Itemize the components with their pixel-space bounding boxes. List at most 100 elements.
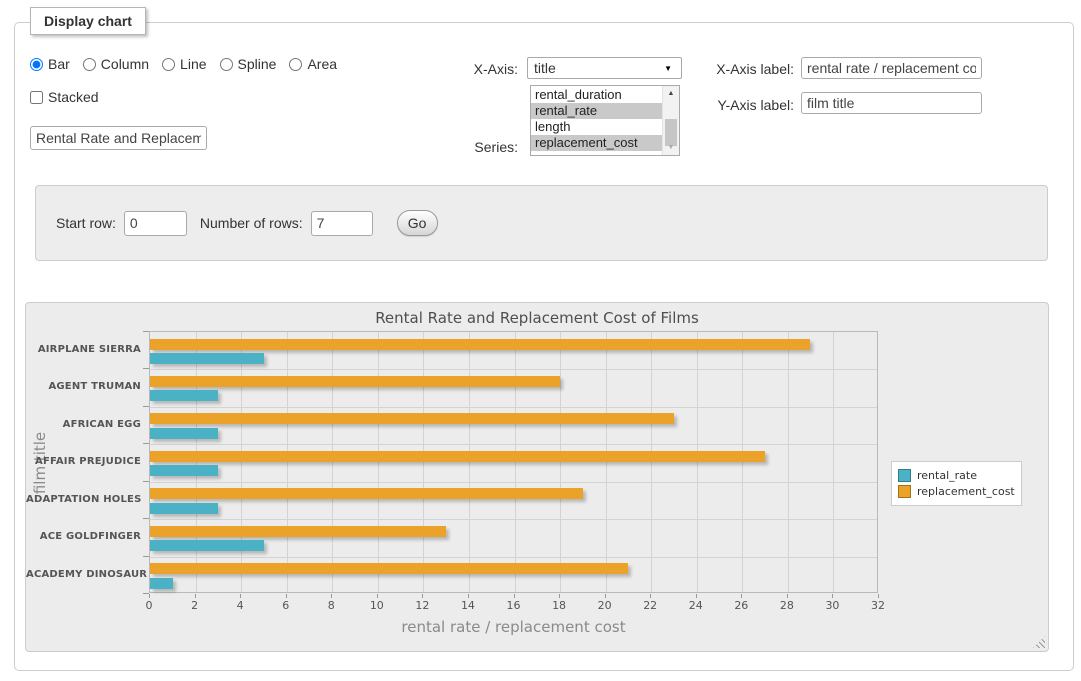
- plot-area: [149, 331, 878, 593]
- resize-handle-icon[interactable]: [1033, 636, 1045, 648]
- x-tick-label: 22: [630, 599, 670, 612]
- start-row-input[interactable]: [124, 211, 187, 236]
- bar-rental_rate: [150, 503, 218, 514]
- x-axis-label-caption: X-Axis label:: [698, 61, 794, 77]
- chart-legend: rental_rate replacement_cost: [891, 461, 1022, 506]
- series-option-rental_rate[interactable]: rental_rate: [531, 103, 662, 119]
- chart-title-input[interactable]: [30, 126, 207, 150]
- stacked-checkbox[interactable]: [30, 91, 43, 104]
- x-axis-select[interactable]: title ▼: [527, 57, 682, 79]
- gridline-vertical: [287, 332, 288, 592]
- x-tick-mark: [286, 594, 287, 598]
- series-option-length[interactable]: length: [531, 119, 662, 135]
- series-options: rental_durationrental_ratelengthreplacem…: [531, 87, 662, 151]
- gridline-vertical: [515, 332, 516, 592]
- x-tick-label: 32: [858, 599, 898, 612]
- chart-type-radio-bar[interactable]: [30, 58, 43, 71]
- bar-rental_rate: [150, 353, 264, 364]
- x-tick-label: 4: [220, 599, 260, 612]
- x-tick-label: 28: [767, 599, 807, 612]
- chart-type-option-label: Area: [307, 56, 337, 72]
- gridline-vertical: [788, 332, 789, 592]
- chart-type-option-label: Spline: [238, 56, 277, 72]
- chart-type-option-label: Line: [180, 56, 206, 72]
- x-tick-label: 20: [585, 599, 625, 612]
- category-label: AGENT TRUMAN: [26, 368, 141, 405]
- gridline-vertical: [833, 332, 834, 592]
- chart-type-option-label: Bar: [48, 56, 70, 72]
- chart-type-option-area[interactable]: Area: [289, 56, 337, 72]
- chart-type-radio-line[interactable]: [162, 58, 175, 71]
- number-of-rows-label: Number of rows:: [200, 215, 303, 231]
- chart-container: Rental Rate and Replacement Cost of Film…: [25, 302, 1049, 652]
- bar-replacement_cost: [150, 413, 674, 424]
- series-select-label: Series:: [420, 139, 518, 155]
- y-tick-mark: [143, 556, 149, 557]
- x-tick-label: 12: [402, 599, 442, 612]
- category-label: ACADEMY DINOSAUR: [26, 556, 141, 593]
- chart-type-option-spline[interactable]: Spline: [220, 56, 277, 72]
- x-tick-label: 30: [812, 599, 852, 612]
- legend-entry-replacement_cost: replacement_cost: [898, 485, 1015, 498]
- chart-x-axis-title: rental rate / replacement cost: [149, 618, 878, 636]
- bar-rental_rate: [150, 390, 218, 401]
- x-tick-label: 14: [448, 599, 488, 612]
- chart-type-radio-group: Bar Column Line Spline Area: [30, 56, 350, 72]
- y-tick-mark: [143, 593, 149, 594]
- x-tick-label: 6: [266, 599, 306, 612]
- y-tick-mark: [143, 331, 149, 332]
- x-tick-mark: [650, 594, 651, 598]
- chart-type-option-bar[interactable]: Bar: [30, 56, 70, 72]
- x-tick-mark: [240, 594, 241, 598]
- scroll-down-icon[interactable]: ▼: [663, 140, 679, 155]
- series-option-rental_duration[interactable]: rental_duration: [531, 87, 662, 103]
- x-tick-mark: [559, 594, 560, 598]
- series-option-replacement_cost[interactable]: replacement_cost: [531, 135, 662, 151]
- x-tick-label: 24: [676, 599, 716, 612]
- number-of-rows-input[interactable]: [311, 211, 373, 236]
- x-axis-select-label: X-Axis:: [420, 61, 518, 77]
- gridline-horizontal: [150, 557, 877, 558]
- gridline-horizontal: [150, 482, 877, 483]
- category-label: AIRPLANE SIERRA: [26, 331, 141, 368]
- chart-type-radio-column[interactable]: [83, 58, 96, 71]
- y-axis-label-input[interactable]: [801, 92, 982, 114]
- x-tick-label: 18: [539, 599, 579, 612]
- gridline-vertical: [241, 332, 242, 592]
- bar-rental_rate: [150, 578, 173, 589]
- bar-rental_rate: [150, 465, 218, 476]
- x-tick-mark: [741, 594, 742, 598]
- chart-type-radio-area[interactable]: [289, 58, 302, 71]
- x-tick-label: 26: [721, 599, 761, 612]
- gridline-vertical: [651, 332, 652, 592]
- x-tick-mark: [787, 594, 788, 598]
- category-label: ACE GOLDFINGER: [26, 518, 141, 555]
- legend-swatch-replacement_cost: [898, 485, 911, 498]
- chart-type-option-column[interactable]: Column: [83, 56, 149, 72]
- scrollbar[interactable]: ▲ ▼: [662, 86, 679, 155]
- scroll-up-icon[interactable]: ▲: [663, 86, 679, 101]
- go-button[interactable]: Go: [397, 210, 438, 236]
- legend-label: rental_rate: [917, 469, 977, 482]
- x-tick-mark: [605, 594, 606, 598]
- gridline-horizontal: [150, 369, 877, 370]
- gridline-vertical: [697, 332, 698, 592]
- legend-swatch-rental_rate: [898, 469, 911, 482]
- bar-replacement_cost: [150, 526, 446, 537]
- stacked-option[interactable]: Stacked: [30, 89, 99, 105]
- x-tick-mark: [195, 594, 196, 598]
- y-axis-label-caption: Y-Axis label:: [698, 97, 794, 113]
- x-axis-label-input[interactable]: [801, 57, 982, 79]
- chart-type-radio-spline[interactable]: [220, 58, 233, 71]
- start-row-label: Start row:: [56, 215, 116, 231]
- chart-title: Rental Rate and Replacement Cost of Film…: [26, 309, 1048, 327]
- chart-type-option-line[interactable]: Line: [162, 56, 206, 72]
- bar-rental_rate: [150, 540, 264, 551]
- x-tick-mark: [696, 594, 697, 598]
- y-tick-mark: [143, 406, 149, 407]
- bar-replacement_cost: [150, 488, 583, 499]
- gridline-vertical: [196, 332, 197, 592]
- x-tick-label: 16: [494, 599, 534, 612]
- x-tick-mark: [878, 594, 879, 598]
- row-controls-panel: Start row: Number of rows: Go: [35, 185, 1048, 261]
